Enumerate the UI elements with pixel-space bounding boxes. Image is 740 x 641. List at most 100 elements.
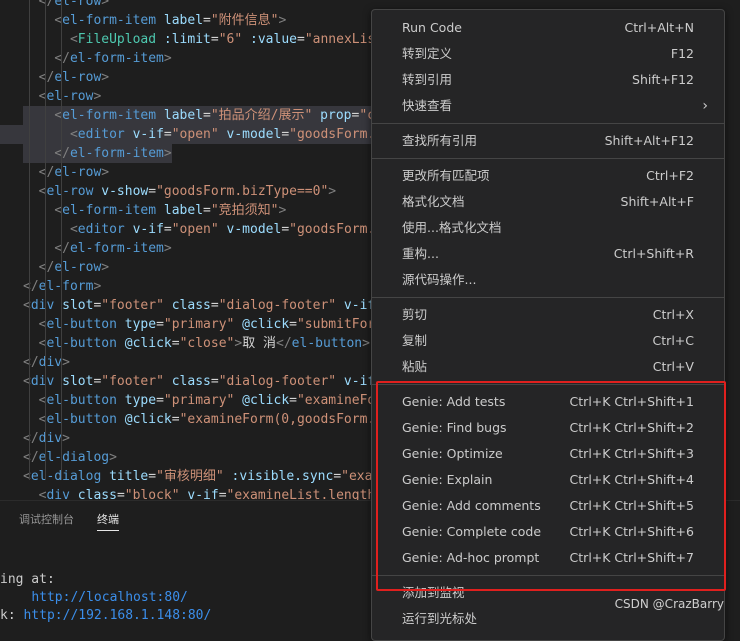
- menu-item[interactable]: 剪切 Ctrl+X: [372, 302, 724, 328]
- code-token: div: [38, 431, 63, 446]
- code-token: =: [210, 374, 219, 389]
- code-line: <el-button type="primary" @click="submit…: [23, 315, 383, 334]
- terminal-url-link[interactable]: http://localhost:80/: [31, 590, 188, 605]
- code-line: </div>: [23, 353, 70, 372]
- code-token: >: [163, 51, 172, 66]
- code-token: "block": [124, 488, 180, 500]
- code-token: label: [163, 108, 204, 123]
- indent-guide: [29, 0, 30, 480]
- code-token: "审核明细": [156, 469, 224, 484]
- menu-item-label: 剪切: [402, 307, 428, 322]
- code-token: =: [171, 336, 180, 351]
- code-token: v-if: [336, 298, 376, 313]
- tab-debug-console[interactable]: 调试控制台: [19, 511, 74, 527]
- terminal-url-link[interactable]: http://192.168.1.148:80/: [23, 608, 211, 623]
- code-token: =: [296, 32, 305, 47]
- code-line: <el-form-item label="附件信息">: [23, 11, 286, 30]
- code-token: prop: [312, 108, 352, 123]
- code-line: <el-dialog title="审核明细" :visible.sync="e…: [23, 467, 388, 486]
- code-token: >: [362, 336, 370, 351]
- code-token: el-form-item: [62, 13, 157, 28]
- menu-item-label: 转到引用: [402, 72, 453, 87]
- code-token: v-if: [179, 488, 219, 500]
- menu-item-shortcut: Ctrl+F2: [646, 168, 694, 183]
- code-token: label: [163, 13, 204, 28]
- code-token: "primary": [163, 393, 235, 408]
- menu-item[interactable]: Run Code Ctrl+Alt+N: [372, 15, 724, 41]
- code-token: el-button: [46, 336, 117, 351]
- code-token: el-row: [46, 184, 94, 199]
- code-line: <editor v-if="open" v-model="goodsForm.c: [0, 125, 384, 144]
- code-token: el-dialog: [38, 450, 110, 465]
- menu-item[interactable]: 重构... Ctrl+Shift+R: [372, 241, 724, 267]
- menu-item-label: 更改所有匹配项: [402, 168, 490, 183]
- code-token: @click: [116, 336, 172, 351]
- code-token: title: [101, 469, 149, 484]
- menu-item[interactable]: 源代码操作...: [372, 267, 724, 293]
- code-token: >: [62, 355, 70, 370]
- menu-item-shortcut: Ctrl+Shift+R: [613, 246, 694, 261]
- code-token: v-if: [124, 222, 164, 237]
- menu-item[interactable]: 复制 Ctrl+C: [372, 328, 724, 354]
- watermark: CSDN @CrazBarry: [614, 597, 724, 611]
- code-token: type: [116, 393, 157, 408]
- code-token: el-form-item: [69, 241, 164, 256]
- code-token: class: [163, 298, 211, 313]
- menu-item[interactable]: 更改所有匹配项 Ctrl+F2: [372, 163, 724, 189]
- code-token: "goodsForm.c: [289, 127, 384, 142]
- code-token: =: [163, 222, 172, 237]
- menu-item[interactable]: 转到引用 Shift+F12: [372, 67, 724, 93]
- code-line: <el-button type="primary" @click="examin…: [23, 391, 383, 410]
- code-token: :limit: [156, 32, 211, 47]
- menu-item[interactable]: 使用...格式化文档: [372, 215, 724, 241]
- menu-separator: [372, 297, 724, 298]
- menu-item[interactable]: 快速查看 ›: [372, 93, 724, 119]
- code-token: class: [163, 374, 211, 389]
- code-token: "footer": [101, 374, 164, 389]
- menu-item-shortcut: Shift+F12: [632, 72, 694, 87]
- code-token: =: [218, 488, 227, 500]
- menu-item[interactable]: 查找所有引用 Shift+Alt+F12: [372, 128, 724, 154]
- code-token: </: [38, 260, 55, 275]
- code-token: el-row: [46, 89, 94, 104]
- code-token: "dialog-footer": [218, 298, 337, 313]
- code-token: =: [156, 317, 164, 332]
- code-token: div: [38, 355, 63, 370]
- code-token: >: [328, 184, 337, 199]
- code-token: v-if: [336, 374, 376, 389]
- code-token: =: [148, 469, 157, 484]
- code-token: "open": [171, 127, 219, 142]
- menu-item[interactable]: 粘贴 Ctrl+V: [372, 354, 724, 380]
- code-token: :value: [242, 32, 297, 47]
- code-line: </el-row>: [23, 68, 109, 87]
- code-token: </: [54, 146, 70, 161]
- chevron-right-icon: ›: [702, 98, 708, 114]
- code-token: el-button: [46, 317, 117, 332]
- code-token: >: [109, 450, 117, 465]
- code-token: el-button: [291, 336, 363, 351]
- terminal-line: k: http://192.168.1.148:80/: [0, 607, 211, 625]
- code-token: v-model: [218, 222, 282, 237]
- menu-item[interactable]: 转到定义 F12: [372, 41, 724, 67]
- tab-terminal[interactable]: 终端: [97, 511, 119, 531]
- menu-item-label: 粘贴: [402, 359, 428, 374]
- menu-separator: [372, 158, 724, 159]
- code-line: <FileUpload :limit="6" :value="annexList: [23, 30, 383, 49]
- code-token: @click: [116, 412, 172, 427]
- code-line: <el-button @click="examineForm(0,goodsFo…: [23, 410, 383, 429]
- code-token: v-if: [124, 127, 164, 142]
- code-token: >: [163, 241, 172, 256]
- menu-item[interactable]: 格式化文档 Shift+Alt+F: [372, 189, 724, 215]
